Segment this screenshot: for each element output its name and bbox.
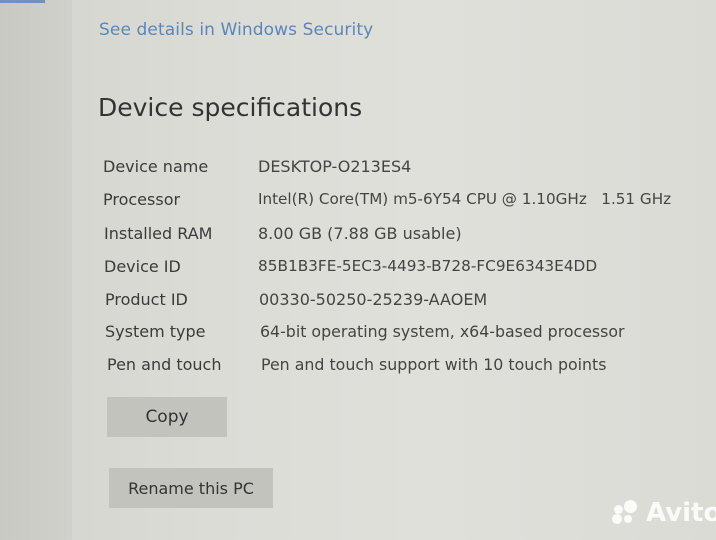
spec-label: Installed RAM [104, 224, 213, 243]
spec-value: 64-bit operating system, x64-based proce… [260, 322, 625, 341]
spec-value: Pen and touch support with 10 touch poin… [261, 355, 607, 374]
spec-label: Product ID [105, 290, 188, 309]
spec-value: DESKTOP-O213ES4 [258, 157, 412, 176]
rename-pc-button[interactable]: Rename this PC [109, 468, 273, 508]
spec-value: 00330-50250-25239-AAOEM [259, 290, 488, 309]
windows-security-link[interactable]: See details in Windows Security [99, 20, 373, 40]
spec-label: Device ID [104, 257, 181, 276]
spec-label: Processor [103, 190, 181, 209]
avito-logo-icon [612, 500, 642, 526]
spec-label: System type [105, 322, 206, 341]
watermark-text: Avito [646, 498, 716, 528]
top-accent-bar [0, 0, 45, 3]
copy-button[interactable]: Copy [107, 397, 227, 437]
section-title: Device specifications [98, 93, 363, 122]
left-panel-edge [0, 0, 72, 540]
spec-label: Device name [103, 157, 209, 176]
spec-value: Intel(R) Core(TM) m5-6Y54 CPU @ 1.10GHz … [258, 190, 672, 208]
spec-value: 85B1B3FE-5EC3-4493-B728-FC9E6343E4DD [258, 257, 598, 275]
spec-value: 8.00 GB (7.88 GB usable) [258, 224, 462, 243]
spec-label: Pen and touch [107, 355, 222, 374]
avito-watermark: Avito [612, 498, 716, 528]
